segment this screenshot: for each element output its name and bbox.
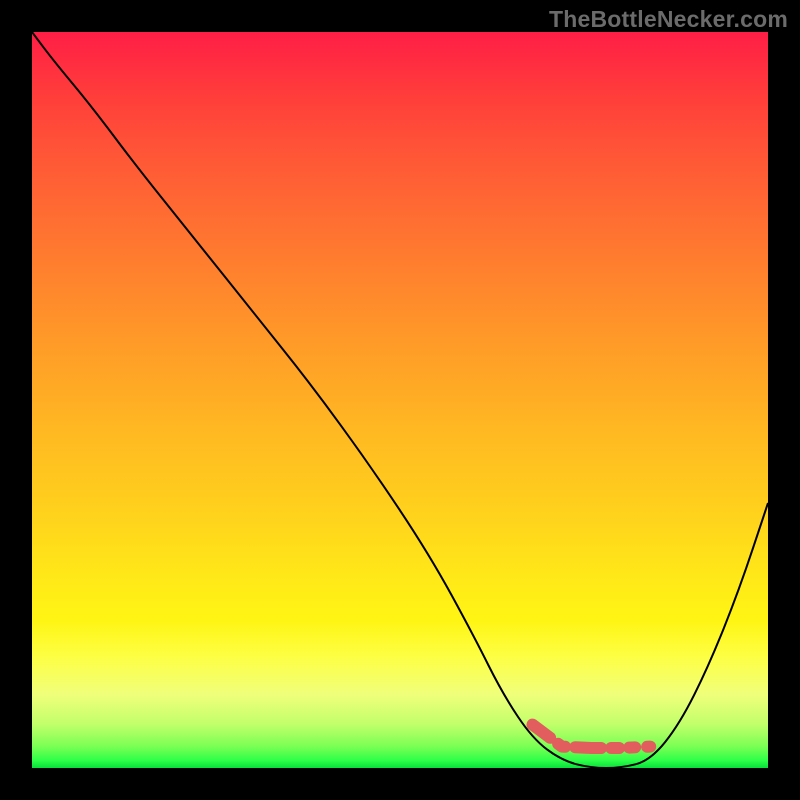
bottleneck-curve [32,32,768,768]
watermark-text: TheBottleNecker.com [549,6,788,33]
plot-area [32,32,768,768]
optimal-range-highlight [533,725,651,748]
chart-frame: TheBottleNecker.com [0,0,800,800]
curve-layer [32,32,768,768]
